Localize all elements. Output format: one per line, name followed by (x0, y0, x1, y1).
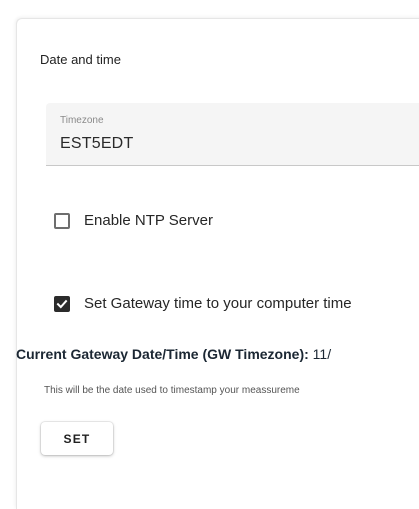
ntp-checkbox-label[interactable]: Enable NTP Server (84, 212, 213, 229)
gateway-time-checkbox-row[interactable]: Set Gateway time to your computer time (54, 295, 352, 312)
timezone-value[interactable]: EST5EDT (60, 135, 133, 153)
ntp-checkbox-row[interactable]: Enable NTP Server (54, 212, 213, 229)
timezone-label: Timezone (60, 115, 104, 126)
gateway-time-checkbox[interactable] (54, 295, 70, 312)
checkmark-icon (56, 299, 68, 308)
timestamp-hint: This will be the date used to timestamp … (44, 385, 300, 396)
current-datetime-label: Current Gateway Date/Time (GW Timezone): (16, 346, 309, 362)
ntp-checkbox[interactable] (54, 212, 70, 229)
section-title: Date and time (40, 52, 121, 67)
current-datetime-value: 11/ (312, 346, 332, 362)
timezone-field[interactable]: Timezone EST5EDT (46, 103, 419, 166)
gateway-time-checkbox-label[interactable]: Set Gateway time to your computer time (84, 295, 352, 312)
current-gateway-datetime: Current Gateway Date/Time (GW Timezone):… (16, 346, 331, 362)
set-button[interactable]: SET (41, 422, 113, 455)
